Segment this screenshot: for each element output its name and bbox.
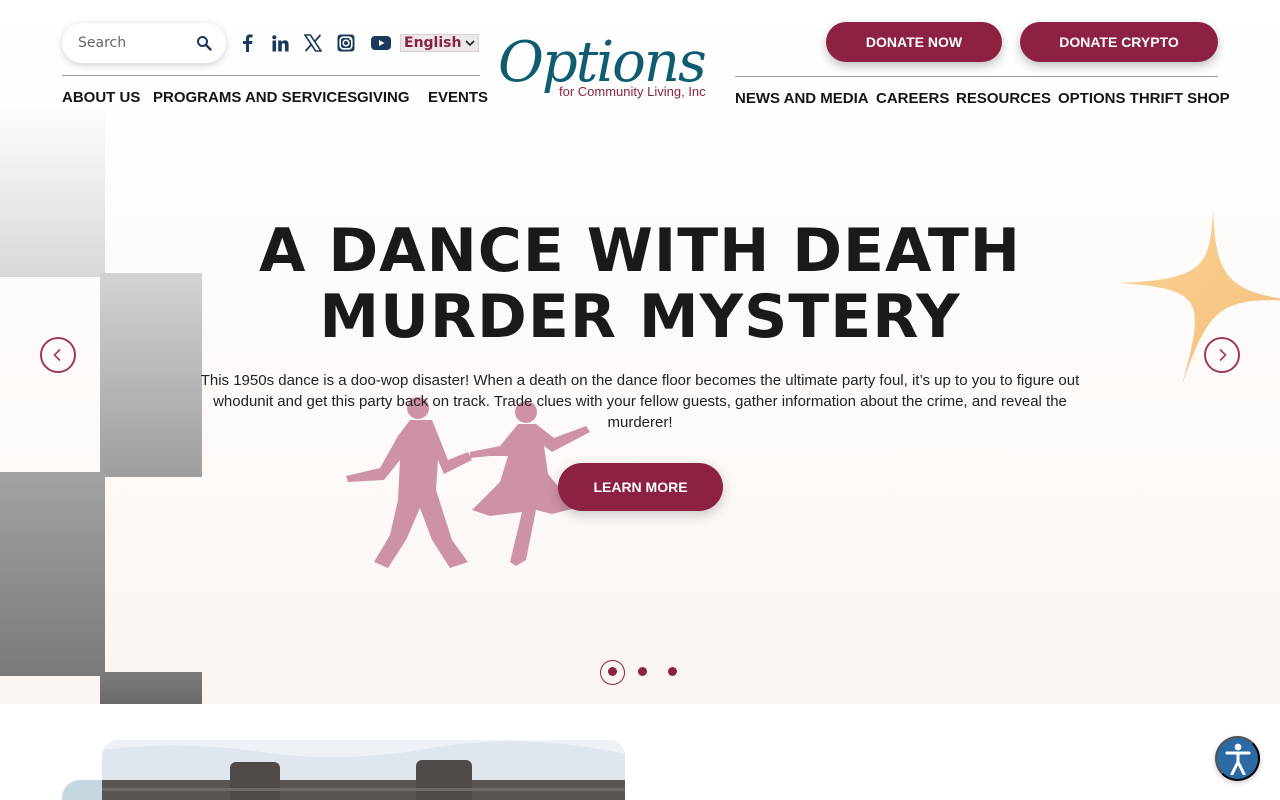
- carousel-dot-1[interactable]: [608, 667, 617, 676]
- linkedin-icon[interactable]: [270, 33, 290, 53]
- sparkle-decoration: [1118, 210, 1280, 385]
- carousel-prev-button[interactable]: [40, 337, 76, 373]
- hero-title-line-2: MURDER MYSTERY: [319, 282, 961, 352]
- language-selected: English: [404, 35, 462, 51]
- nav-careers[interactable]: CAREERS: [876, 90, 949, 107]
- carousel-next-button[interactable]: [1204, 337, 1240, 373]
- accessibility-icon: [1225, 743, 1250, 775]
- checker-tile: [0, 100, 105, 277]
- accessibility-button[interactable]: [1215, 736, 1260, 781]
- header-divider: [62, 75, 480, 76]
- options-logo[interactable]: Options for Community Living, Inc: [498, 30, 718, 106]
- x-icon[interactable]: [303, 33, 323, 53]
- search-box[interactable]: [62, 23, 226, 63]
- search-icon[interactable]: [196, 35, 212, 51]
- nav-about-us[interactable]: ABOUT US: [62, 89, 140, 106]
- nav-options-thrift-shop[interactable]: OPTIONS THRIFT SHOP: [1058, 90, 1230, 107]
- language-select[interactable]: English: [400, 34, 479, 52]
- header-divider: [735, 76, 1218, 77]
- chevron-left-icon: [53, 348, 61, 362]
- search-input[interactable]: [78, 35, 188, 51]
- building-photo: [102, 740, 625, 800]
- nav-programs-and-services[interactable]: PROGRAMS AND SERVICES: [153, 89, 357, 106]
- checker-tile: [100, 273, 202, 477]
- facebook-icon[interactable]: [237, 33, 257, 53]
- nav-resources[interactable]: RESOURCES: [956, 90, 1051, 107]
- donate-now-button[interactable]: DONATE NOW: [826, 22, 1002, 62]
- carousel-dot-3[interactable]: [668, 667, 677, 676]
- donate-crypto-button[interactable]: DONATE CRYPTO: [1020, 22, 1218, 62]
- carousel-dot-2[interactable]: [638, 667, 647, 676]
- hero-description: This 1950s dance is a doo-wop disaster! …: [200, 372, 1080, 431]
- hero-title-line-1: A DANCE WITH DEATH: [259, 216, 1021, 286]
- nav-events[interactable]: EVENTS: [428, 89, 488, 106]
- youtube-icon[interactable]: [371, 33, 391, 53]
- building-image: [102, 740, 625, 800]
- logo-subtitle: for Community Living, Inc: [559, 84, 706, 99]
- learn-more-button[interactable]: LEARN MORE: [558, 463, 723, 511]
- checker-tile: [0, 472, 105, 676]
- chevron-right-icon: [1219, 348, 1227, 362]
- checker-tile: [100, 672, 202, 704]
- hero-title: A DANCE WITH DEATH MURDER MYSTERY: [220, 218, 1060, 350]
- nav-giving[interactable]: GIVING: [357, 89, 410, 106]
- instagram-icon[interactable]: [336, 33, 356, 53]
- chevron-down-icon: [465, 40, 475, 47]
- nav-news-and-media[interactable]: NEWS AND MEDIA: [735, 90, 869, 107]
